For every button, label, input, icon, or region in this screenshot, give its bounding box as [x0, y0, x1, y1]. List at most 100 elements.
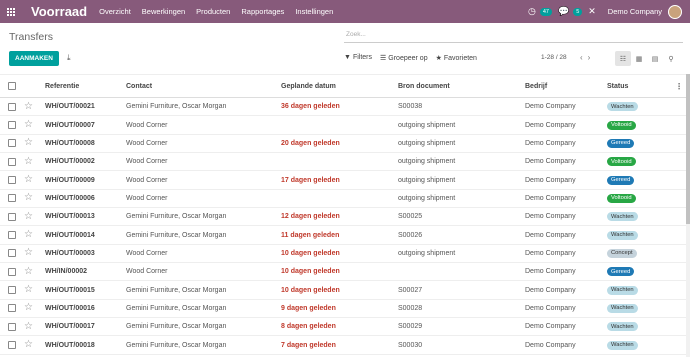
pager-value[interactable]: 1-28 / 28 — [541, 54, 567, 61]
star-icon[interactable]: ☆ — [24, 230, 33, 240]
row-checkbox[interactable] — [8, 121, 16, 130]
list-view-icon[interactable]: ☷ — [615, 51, 631, 66]
top-navbar: Voorraad Overzicht Bewerkingen Producten… — [0, 0, 690, 23]
map-view-icon[interactable]: ⚲ — [663, 51, 679, 66]
table-row[interactable]: ☆ WH/OUT/00016 Gemini Furniture, Oscar Mor… — [0, 300, 686, 319]
row-checkbox[interactable] — [8, 157, 16, 166]
star-icon[interactable]: ☆ — [24, 303, 33, 313]
calendar-view-icon[interactable]: ▤ — [647, 51, 663, 66]
company-cell: Demo Company — [525, 323, 576, 331]
row-checkbox[interactable] — [8, 322, 16, 331]
row-checkbox[interactable] — [8, 139, 16, 148]
filters-button[interactable]: ▼ Filters — [344, 54, 372, 62]
star-icon[interactable]: ☆ — [24, 321, 33, 332]
source-document-cell: S00027 — [398, 286, 423, 294]
search-input[interactable]: Zoek... — [344, 31, 683, 43]
star-icon[interactable]: ☆ — [24, 193, 33, 203]
scheduled-date-cell: 11 dagen geleden — [281, 231, 340, 239]
star-icon[interactable]: ☆ — [24, 266, 33, 277]
table-row[interactable]: ☆ WH/OUT/00013 Gemini Furniture, Oscar Mor… — [0, 208, 686, 227]
row-checkbox[interactable] — [8, 267, 16, 276]
chevron-right-icon[interactable]: › — [588, 53, 596, 62]
menu-item-reporting[interactable]: Rapportages — [241, 7, 284, 16]
star-icon[interactable]: ☆ — [24, 156, 33, 167]
row-checkbox[interactable] — [8, 102, 16, 111]
row-checkbox[interactable] — [8, 341, 16, 350]
scheduled-date-cell: 10 dagen geleden — [281, 268, 340, 276]
messages-icon[interactable]: 💬 — [558, 6, 569, 17]
optional-columns-icon[interactable]: ⋮ — [675, 75, 683, 97]
column-header-company[interactable]: Bedrijf — [525, 75, 547, 97]
pager-arrows: ‹› — [580, 53, 595, 62]
menu-item-settings[interactable]: Instellingen — [295, 7, 333, 16]
source-document-cell: S00028 — [398, 304, 423, 312]
row-checkbox[interactable] — [8, 194, 16, 203]
row-checkbox[interactable] — [8, 231, 16, 240]
column-header-status[interactable]: Status — [607, 75, 628, 97]
star-icon[interactable]: ☆ — [24, 120, 33, 130]
company-cell: Demo Company — [525, 176, 576, 184]
table-row[interactable]: ☆ WH/OUT/00014 Gemini Furniture, Oscar Mor… — [0, 226, 686, 245]
kanban-view-icon[interactable]: ▦ — [631, 51, 647, 66]
menu-item-operations[interactable]: Bewerkingen — [142, 7, 185, 16]
debug-tools-icon[interactable]: ✕ — [588, 6, 596, 17]
activity-icon[interactable]: ◷ — [528, 6, 536, 17]
status-badge: Voltooid — [607, 157, 636, 167]
activity-badge: 47 — [539, 7, 552, 16]
reference-cell: WH/OUT/00002 — [45, 158, 95, 166]
star-icon[interactable]: ☆ — [24, 248, 33, 258]
table-row[interactable]: ☆ WH/OUT/00009 Wood Corner 17 dagen geleden… — [0, 171, 686, 190]
user-avatar[interactable] — [668, 4, 682, 19]
contact-cell: Gemini Furniture, Oscar Morgan — [126, 304, 227, 312]
row-checkbox[interactable] — [8, 286, 16, 295]
table-row[interactable]: ☆ WH/OUT/00018 Gemini Furniture, Oscar Mor… — [0, 336, 686, 355]
table-row[interactable]: ☆ WH/OUT/00006 Wood Corner outgoing shipmen… — [0, 190, 686, 209]
menu-item-overview[interactable]: Overzicht — [99, 7, 131, 16]
row-checkbox[interactable] — [8, 249, 16, 258]
apps-menu-icon[interactable] — [0, 0, 22, 23]
table-row[interactable]: ☆ WH/OUT/00017 Gemini Furniture, Oscar Mor… — [0, 318, 686, 337]
scheduled-date-cell: 7 dagen geleden — [281, 341, 336, 349]
column-header-contact[interactable]: Contact — [126, 75, 152, 97]
star-icon[interactable]: ☆ — [24, 211, 33, 222]
reference-cell: WH/OUT/00006 — [45, 194, 95, 202]
reference-cell: WH/OUT/00021 — [45, 103, 95, 111]
group-by-icon: ☰ — [380, 55, 387, 62]
app-title[interactable]: Voorraad — [31, 4, 87, 19]
download-icon[interactable]: ⤓ — [67, 53, 71, 63]
star-icon[interactable]: ☆ — [24, 101, 33, 112]
scrollbar-thumb[interactable] — [686, 74, 690, 224]
company-cell: Demo Company — [525, 121, 576, 129]
reference-cell: WH/OUT/00014 — [45, 231, 95, 239]
column-header-scheduled-date[interactable]: Geplande datum — [281, 75, 336, 97]
row-checkbox[interactable] — [8, 176, 16, 185]
star-icon[interactable]: ☆ — [24, 175, 33, 185]
select-all-checkbox[interactable] — [8, 82, 16, 90]
chevron-left-icon[interactable]: ‹ — [580, 53, 588, 62]
company-cell: Demo Company — [525, 341, 576, 349]
status-badge: Gereed — [607, 175, 635, 185]
row-checkbox[interactable] — [8, 304, 16, 313]
column-header-reference[interactable]: Referentie — [45, 75, 79, 97]
row-checkbox[interactable] — [8, 212, 16, 221]
star-icon[interactable]: ☆ — [24, 285, 33, 295]
table-row[interactable]: ☆ WH/OUT/00003 Wood Corner 10 dagen geleden… — [0, 245, 686, 264]
menu-item-products[interactable]: Producten — [196, 7, 230, 16]
table-row[interactable]: ☆ WH/OUT/00002 Wood Corner outgoing shipmen… — [0, 153, 686, 172]
star-icon[interactable]: ☆ — [24, 340, 33, 350]
table-row[interactable]: ☆ WH/OUT/00015 Gemini Furniture, Oscar Mor… — [0, 281, 686, 300]
table-row[interactable]: ☆ WH/IN/00002 Wood Corner 10 dagen geleden D… — [0, 263, 686, 282]
group-by-button[interactable]: ☰ Groepeer op — [380, 54, 428, 62]
status-badge: Wachten — [607, 303, 638, 313]
favorites-button[interactable]: ★ Favorieten — [436, 54, 477, 62]
star-icon[interactable]: ☆ — [24, 138, 33, 148]
table-row[interactable]: ☆ WH/OUT/00008 Wood Corner 20 dagen geleden… — [0, 135, 686, 154]
column-header-source-document[interactable]: Bron document — [398, 75, 450, 97]
contact-cell: Wood Corner — [126, 176, 168, 184]
table-row[interactable]: ☆ WH/OUT/00021 Gemini Furniture, Oscar Mor… — [0, 98, 686, 117]
table-row[interactable]: ☆ WH/OUT/00007 Wood Corner outgoing shipmen… — [0, 116, 686, 135]
status-badge: Gereed — [607, 267, 635, 277]
company-switcher[interactable]: Demo Company — [608, 7, 662, 16]
status-badge: Wachten — [607, 340, 638, 350]
create-button[interactable]: AANMAKEN — [9, 51, 59, 66]
